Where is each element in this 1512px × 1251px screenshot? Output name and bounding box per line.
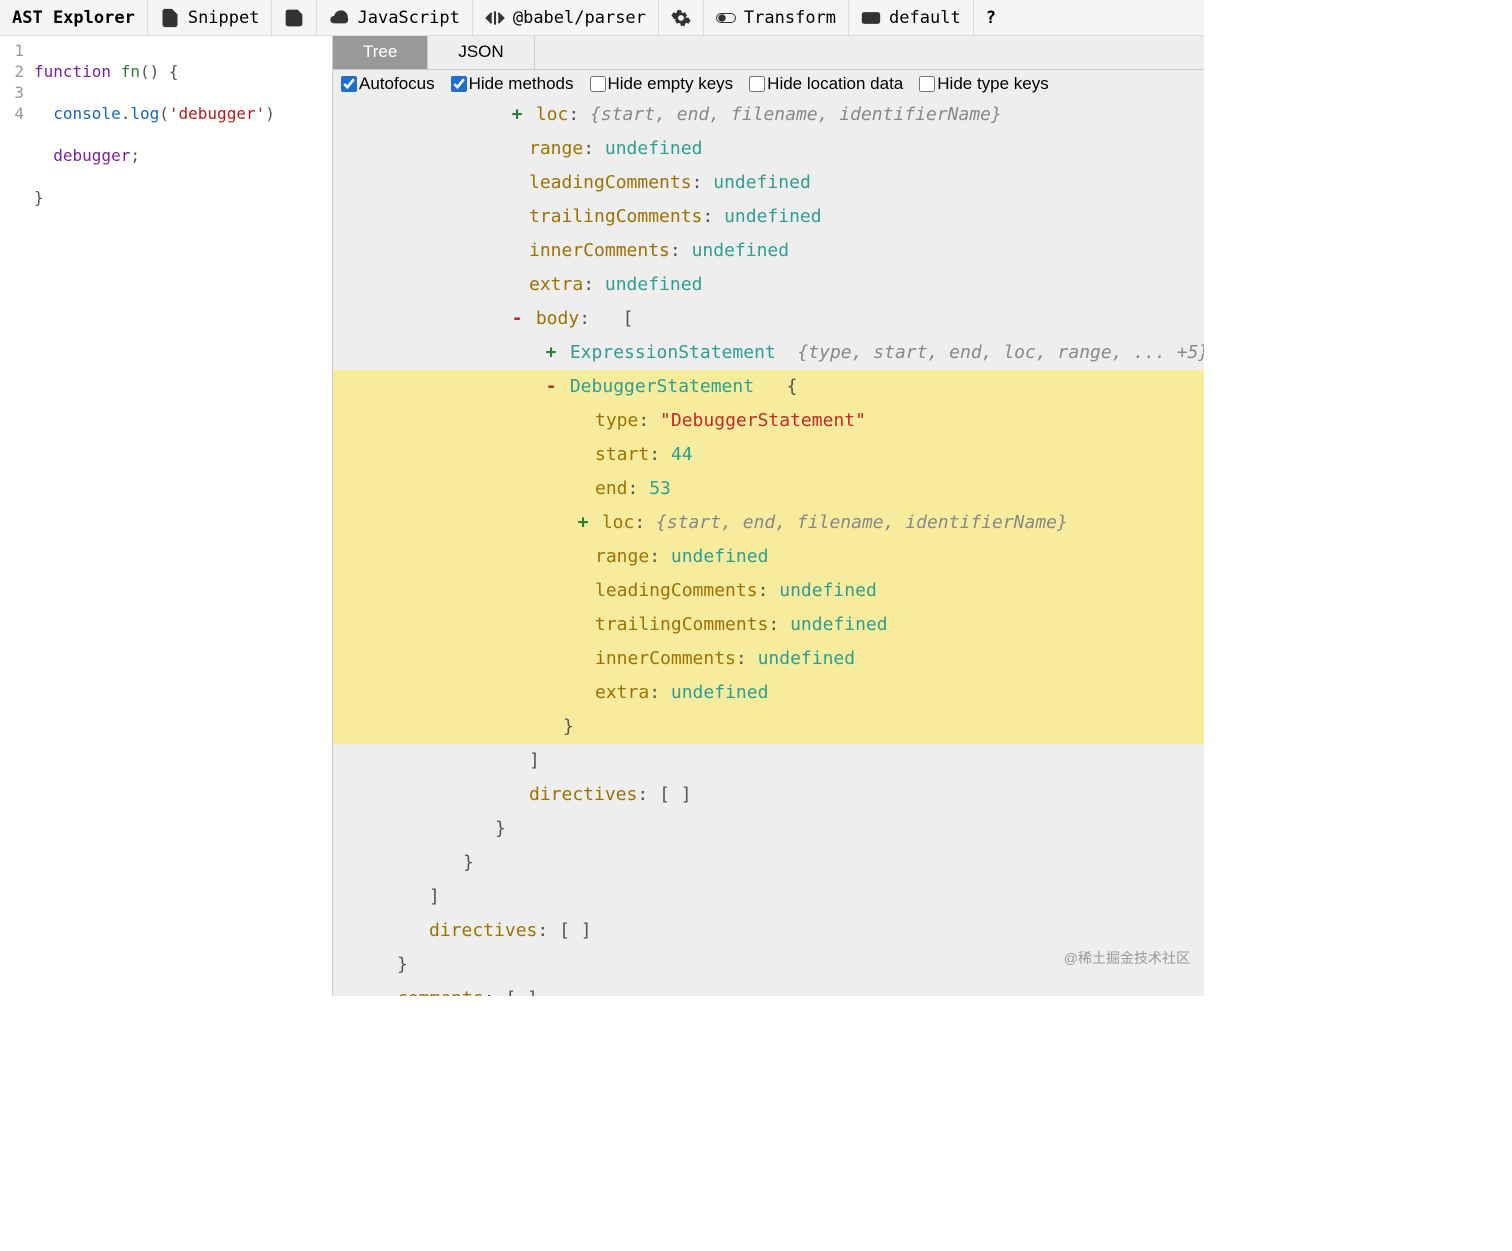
line-num: 4: [0, 103, 24, 124]
opt-hide-location[interactable]: Hide location data: [749, 74, 903, 94]
language-label: JavaScript: [357, 8, 459, 28]
cloud-icon: ∞: [329, 8, 349, 28]
transform-toggle[interactable]: Transform: [704, 0, 849, 35]
hide-location-checkbox[interactable]: [749, 76, 765, 92]
parser-settings-button[interactable]: [659, 0, 704, 35]
svg-text:∞: ∞: [336, 16, 340, 22]
autofocus-checkbox[interactable]: [341, 76, 357, 92]
language-menu[interactable]: ∞ JavaScript: [317, 0, 472, 35]
expand-icon[interactable]: +: [509, 98, 525, 132]
watermark: @稀土掘金技术社区: [1064, 948, 1190, 968]
node-expression-statement[interactable]: ExpressionStatement: [570, 342, 776, 363]
line-num: 1: [0, 40, 24, 61]
toggle-icon: [716, 8, 736, 28]
ast-tree[interactable]: + loc: {start, end, filename, identifier…: [333, 98, 1204, 996]
save-button[interactable]: [272, 0, 317, 35]
hide-type-checkbox[interactable]: [919, 76, 935, 92]
gear-icon: [671, 8, 691, 28]
tree-options: Autofocus Hide methods Hide empty keys H…: [333, 70, 1204, 98]
save-icon: [284, 8, 304, 28]
keyboard-icon: [861, 8, 881, 28]
node-debugger-statement[interactable]: DebuggerStatement: [570, 376, 754, 397]
line-gutter: 1 2 3 4: [0, 36, 30, 996]
highlighted-node[interactable]: - DebuggerStatement {: [333, 370, 1204, 404]
tab-json[interactable]: JSON: [428, 36, 534, 69]
app-title-text: AST Explorer: [12, 8, 135, 28]
transform-label: Transform: [744, 8, 836, 28]
expand-icon[interactable]: +: [575, 506, 591, 540]
code-content: function fn() { console.log('debugger') …: [30, 36, 275, 996]
expand-icon[interactable]: +: [543, 336, 559, 370]
help-label: ?: [986, 8, 996, 28]
top-toolbar: AST Explorer Snippet ∞ JavaScript @babel…: [0, 0, 1204, 36]
help-button[interactable]: ?: [974, 0, 1008, 35]
snippet-label: Snippet: [188, 8, 260, 28]
hide-methods-checkbox[interactable]: [451, 76, 467, 92]
tab-tree[interactable]: Tree: [333, 36, 428, 69]
collapse-icon[interactable]: -: [509, 302, 525, 336]
output-pane: Tree JSON Autofocus Hide methods Hide em…: [333, 36, 1204, 996]
app-title[interactable]: AST Explorer: [0, 0, 148, 35]
snippet-menu[interactable]: Snippet: [148, 0, 273, 35]
parser-label: @babel/parser: [513, 8, 646, 28]
code-icon: [485, 8, 505, 28]
code-editor[interactable]: 1 2 3 4 function fn() { console.log('deb…: [0, 36, 333, 996]
opt-hide-methods[interactable]: Hide methods: [451, 74, 574, 94]
collapse-icon[interactable]: -: [543, 370, 559, 404]
line-num: 3: [0, 82, 24, 103]
code-file-icon: [160, 8, 180, 28]
keymap-menu[interactable]: default: [849, 0, 974, 35]
hide-empty-checkbox[interactable]: [590, 76, 606, 92]
keymap-label: default: [889, 8, 961, 28]
line-num: 2: [0, 61, 24, 82]
opt-autofocus[interactable]: Autofocus: [341, 74, 435, 94]
parser-menu[interactable]: @babel/parser: [473, 0, 659, 35]
opt-hide-empty[interactable]: Hide empty keys: [590, 74, 734, 94]
output-tabs: Tree JSON: [333, 36, 1204, 70]
opt-hide-type[interactable]: Hide type keys: [919, 74, 1049, 94]
